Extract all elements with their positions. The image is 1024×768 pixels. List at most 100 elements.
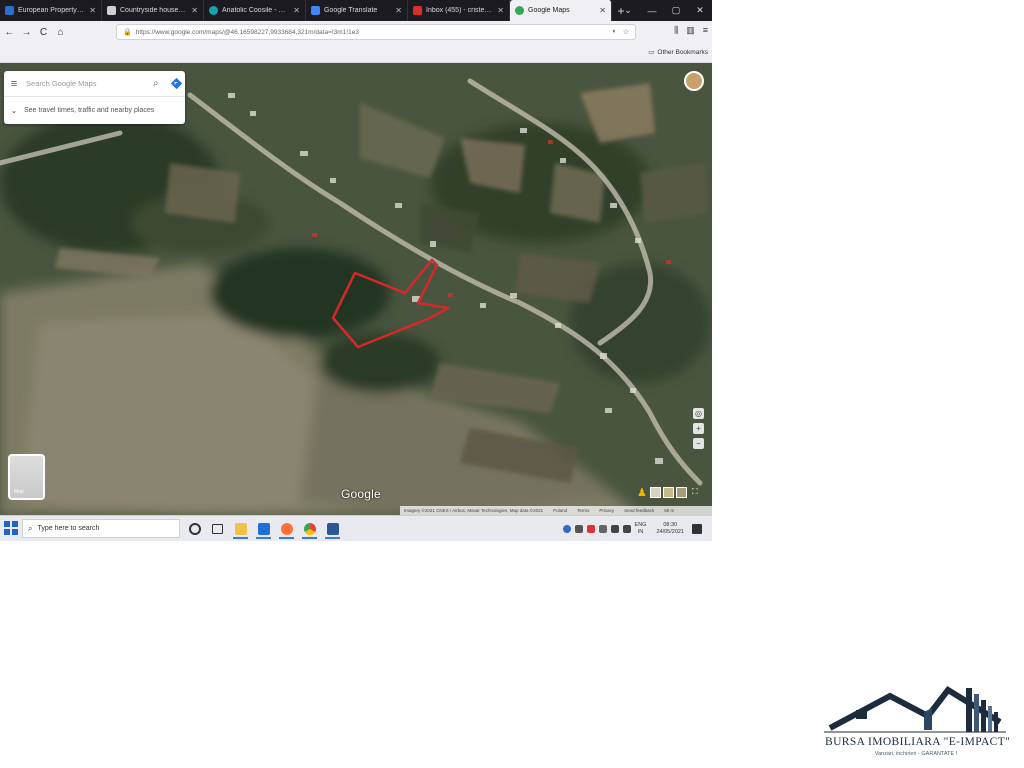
cortana-icon[interactable] [186,518,203,539]
tab-inbox[interactable]: Inbox (455) - cristeascu@… ✕ [408,0,510,21]
imagery-thumbnails[interactable] [650,487,687,498]
file-explorer-icon[interactable] [232,518,249,539]
thumbnail[interactable] [663,487,674,498]
shield-icon[interactable]: ◐ [612,28,616,36]
thumbnail[interactable] [650,487,661,498]
wifi-icon[interactable] [610,524,619,533]
pegman-icon[interactable]: ♟ [637,486,647,500]
outlook-icon[interactable] [255,518,272,539]
lock-icon: 🔒 [123,29,132,36]
browser-screenshot: European Property - Properties ✕ Country… [0,0,712,541]
chrome-icon[interactable] [301,518,318,539]
word-icon[interactable] [324,518,341,539]
bookmarks-bar: ▭ Other Bookmarks [0,44,712,63]
other-bookmarks-label: Other Bookmarks [657,48,708,56]
feedback-link[interactable]: Send feedback [624,508,654,513]
address-bar[interactable]: 🔒 https://www.google.com/maps/@46.165982… [116,24,636,40]
people-icon[interactable] [562,524,571,533]
language-indicator[interactable]: ENG IN [635,522,647,536]
maps-search-panel: ≡ ⌕ ⌄ See travel times, traffic and near… [4,71,185,124]
tab-strip: European Property - Properties ✕ Country… [0,0,712,21]
tab-google-translate[interactable]: Google Translate ✕ [306,0,408,21]
tab-google-maps[interactable]: Google Maps ✕ [510,0,612,21]
tab-countryside-house[interactable]: Countryside house and vineyard ✕ [102,0,204,21]
system-clock[interactable]: 08:30 24/05/2021 [656,522,684,536]
directions-icon[interactable] [167,78,185,89]
close-icon[interactable]: ✕ [497,6,504,15]
url-text[interactable]: https://www.google.com/maps/@46.16598227… [136,29,613,36]
tab-label: European Property - Properties [18,7,85,14]
forward-button[interactable]: → [19,24,34,42]
scale-bar[interactable]: 50 m [664,508,674,513]
notification-icon[interactable] [692,523,702,534]
windows-start-icon[interactable] [4,521,18,535]
reload-button[interactable]: C [36,24,51,42]
minimize-button[interactable]: — [640,0,664,21]
tab-label: Google Maps [528,7,570,14]
taskbar-search-placeholder: Type here to search [37,525,100,532]
bookmark-star-icon[interactable]: ☆ [623,28,629,36]
travel-times-label: See travel times, traffic and nearby pla… [24,107,155,114]
maps-search-input[interactable] [24,78,153,89]
back-button[interactable]: ← [2,24,17,42]
other-bookmarks[interactable]: ▭ Other Bookmarks [648,48,708,57]
tab-european-property[interactable]: European Property - Properties ✕ [0,0,102,21]
taskbar-search[interactable]: ⌕ Type here to search [22,519,180,538]
company-name: BURSA IMOBILIARA "E-IMPACT" [825,736,1011,748]
navigation-bar: ← → C ⌂ 🔒 https://www.google.com/maps/@4… [0,21,712,44]
close-icon[interactable]: ✕ [191,6,198,15]
maps-menu-icon[interactable]: ≡ [4,78,24,90]
tab-label: Anatolic Coosile - Rete 4 n [222,7,289,14]
home-button[interactable]: ⌂ [53,24,68,42]
window-controls: ⌄ — ▢ ✕ [616,0,712,21]
firefox-icon[interactable] [278,518,295,539]
library-icon[interactable]: ⫼ [674,25,678,36]
tab-label: Inbox (455) - cristeascu@… [426,7,493,14]
tab-anatolic[interactable]: Anatolic Coosile - Rete 4 n ✕ [204,0,306,21]
region-label[interactable]: Poland [553,508,567,513]
volume-icon[interactable] [622,524,631,533]
keyboard-layout: IN [637,528,644,535]
network-icon[interactable] [574,524,583,533]
zoom-in-button[interactable]: + [693,423,704,434]
folder-icon: ▭ [648,49,655,56]
imagery-credit: Imagery ©2021 CNES / Airbus, Maxar Techn… [404,508,544,513]
clock-date: 24/05/2021 [656,528,684,535]
company-logo: BURSA IMOBILIARA "E-IMPACT" Vanzari, inc… [820,682,1010,764]
tab-label: Countryside house and vineyard [120,7,187,14]
task-view-icon[interactable] [209,518,226,539]
satellite-map[interactable]: ≡ ⌕ ⌄ See travel times, traffic and near… [0,63,712,515]
tab-list-button[interactable]: ⌄ [616,0,640,21]
close-window-button[interactable]: ✕ [688,0,712,21]
logo-graphic [824,686,1006,733]
map-attribution: Imagery ©2021 CNES / Airbus, Maxar Techn… [400,506,712,515]
clock-time: 08:30 [663,521,678,528]
close-icon[interactable]: ✕ [293,6,300,15]
maximize-button[interactable]: ▢ [664,0,688,21]
menu-icon[interactable]: ≡ [703,25,708,36]
close-icon[interactable]: ✕ [599,6,606,15]
layers-toggle[interactable]: Map [8,454,45,500]
zoom-out-button[interactable]: − [693,438,704,449]
terms-link[interactable]: Terms [577,508,589,513]
tab-favicon [515,6,524,15]
chevron-down-icon: ⌄ [10,106,18,115]
sidebar-icon[interactable]: ▥ [686,25,695,36]
company-tagline: Vanzari, inchirieri - GARANTATE ! [874,751,958,757]
battery-icon[interactable] [598,524,607,533]
privacy-link[interactable]: Privacy [599,508,614,513]
expand-icon[interactable]: ⛶ [692,487,702,497]
tab-favicon [413,6,422,15]
system-tray: ENG IN 08:30 24/05/2021 [562,518,702,539]
compass-button[interactable]: ◎ [693,408,704,419]
thumbnail[interactable] [676,487,687,498]
travel-times-prompt[interactable]: ⌄ See travel times, traffic and nearby p… [4,97,185,124]
avatar[interactable] [684,71,704,91]
antivirus-icon[interactable] [586,524,595,533]
close-icon[interactable]: ✕ [89,6,96,15]
tab-favicon [311,6,320,15]
language-code: ENG [634,521,647,528]
tab-favicon [107,6,116,15]
close-icon[interactable]: ✕ [395,6,402,15]
search-icon[interactable]: ⌕ [153,78,167,89]
